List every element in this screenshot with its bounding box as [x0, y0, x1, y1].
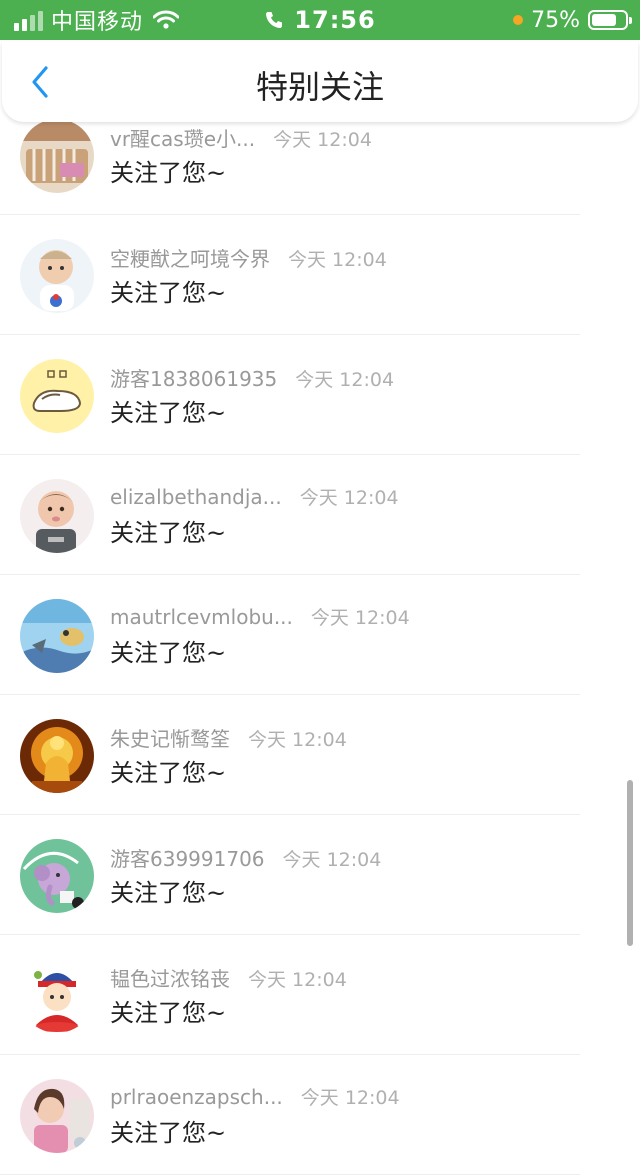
- follower-row[interactable]: prlraoenzapsch... 今天 12:04 关注了您~: [0, 1055, 640, 1175]
- follower-name[interactable]: 空粳猷之呵境今界: [110, 243, 270, 272]
- page-title: 特别关注: [255, 68, 384, 106]
- follow-message: 关注了您~: [110, 879, 227, 907]
- follow-time: 今天 12:04: [248, 729, 347, 751]
- follower-meta: elizalbethandja... 今天 12:04: [110, 483, 399, 510]
- battery-icon: [588, 10, 632, 30]
- follow-time: 今天 12:04: [295, 369, 395, 391]
- follower-name[interactable]: vr醒cas瓒e小...: [110, 123, 255, 152]
- follower-meta: prlraoenzapsch... 今天 12:04: [110, 1083, 400, 1110]
- follower-list: vr醒cas瓒e小... 今天 12:04 关注了您~ 空粳猷之呵境今界 今天 12:0…: [0, 95, 640, 1175]
- avatar[interactable]: [20, 719, 94, 793]
- follow-time: 今天 12:04: [282, 849, 382, 871]
- status-bar: 中国移动 17:56 75%: [0, 0, 640, 40]
- avatar[interactable]: [20, 239, 94, 313]
- avatar[interactable]: [20, 479, 94, 553]
- follow-time: 今天 12:04: [310, 607, 410, 629]
- follow-message: 关注了您~: [110, 159, 227, 187]
- follow-time: 今天 12:04: [288, 249, 387, 271]
- follower-meta: 游客1838061935 今天 12:04: [110, 363, 394, 392]
- avatar[interactable]: [20, 839, 94, 913]
- avatar[interactable]: [20, 599, 94, 673]
- avatar[interactable]: [20, 1079, 94, 1153]
- battery-fill: [592, 14, 616, 26]
- nav-header: 特别关注: [2, 42, 638, 122]
- follower-name[interactable]: 朱史记惭鹜筌: [110, 723, 230, 752]
- follower-row[interactable]: 韫色过浓铭丧 今天 12:04 关注了您~: [0, 935, 640, 1055]
- follower-meta: mautrlcevmlobu... 今天 12:04: [110, 603, 410, 630]
- follower-row[interactable]: 朱史记惭鹜筌 今天 12:04 关注了您~: [0, 695, 640, 815]
- follow-time: 今天 12:04: [299, 487, 399, 509]
- follower-meta: 韫色过浓铭丧 今天 12:04: [110, 963, 347, 992]
- follower-name[interactable]: 韫色过浓铭丧: [110, 963, 230, 992]
- follower-name[interactable]: prlraoenzapsch...: [110, 1085, 283, 1109]
- follower-name[interactable]: elizalbethandja...: [110, 485, 282, 509]
- avatar[interactable]: [20, 959, 94, 1033]
- status-left: 中国移动: [14, 0, 180, 40]
- follower-meta: vr醒cas瓒e小... 今天 12:04: [110, 123, 372, 152]
- status-right: 75%: [513, 0, 632, 40]
- signal-icon: [14, 9, 43, 31]
- follower-name[interactable]: mautrlcevmlobu...: [110, 605, 293, 629]
- follow-time: 今天 12:04: [300, 1087, 400, 1109]
- avatar[interactable]: [20, 119, 94, 193]
- clock-label: 17:56: [294, 6, 376, 34]
- battery-percent: 75%: [531, 7, 580, 33]
- privacy-dot-icon: [513, 15, 524, 25]
- back-button[interactable]: [20, 62, 60, 102]
- carrier-label: 中国移动: [51, 10, 144, 35]
- follow-time: 今天 12:04: [273, 129, 372, 151]
- follow-message: 关注了您~: [110, 1119, 227, 1147]
- follow-message: 关注了您~: [110, 519, 227, 547]
- follower-name[interactable]: 游客1838061935: [110, 363, 277, 392]
- follow-message: 关注了您~: [110, 279, 227, 307]
- chevron-left-icon: [32, 66, 48, 98]
- follower-meta: 朱史记惭鹜筌 今天 12:04: [110, 723, 347, 752]
- avatar[interactable]: [20, 359, 94, 433]
- follow-message: 关注了您~: [110, 999, 227, 1027]
- follow-time: 今天 12:04: [248, 969, 347, 991]
- follower-meta: 空粳猷之呵境今界 今天 12:04: [110, 243, 387, 272]
- follower-row[interactable]: 空粳猷之呵境今界 今天 12:04 关注了您~: [0, 215, 640, 335]
- follower-row[interactable]: elizalbethandja... 今天 12:04 关注了您~: [0, 455, 640, 575]
- follower-name[interactable]: 游客639991706: [110, 843, 265, 872]
- follow-message: 关注了您~: [110, 639, 227, 667]
- scrollbar[interactable]: [627, 780, 633, 946]
- follower-meta: 游客639991706 今天 12:04: [110, 843, 381, 872]
- wifi-icon: [153, 10, 180, 29]
- follow-message: 关注了您~: [110, 399, 227, 427]
- follower-row[interactable]: mautrlcevmlobu... 今天 12:04 关注了您~: [0, 575, 640, 695]
- phone-icon: [266, 12, 283, 28]
- follower-row[interactable]: 游客639991706 今天 12:04 关注了您~: [0, 815, 640, 935]
- follower-row[interactable]: 游客1838061935 今天 12:04 关注了您~: [0, 335, 640, 455]
- follow-message: 关注了您~: [110, 759, 227, 787]
